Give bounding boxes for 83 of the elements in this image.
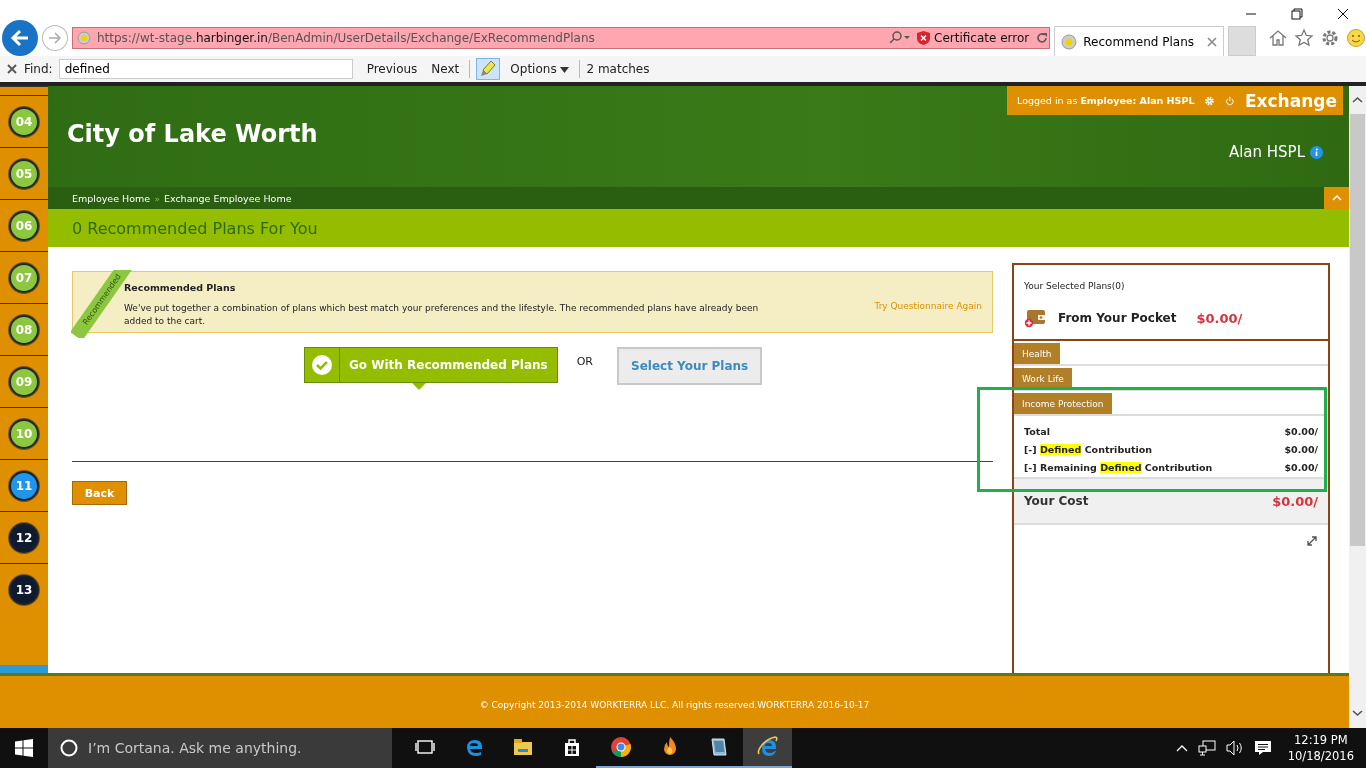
find-field[interactable]: defined (58, 59, 353, 79)
home-icon[interactable] (1268, 28, 1288, 48)
step-number[interactable]: 05 (9, 158, 39, 189)
category-tab[interactable]: Health (1014, 343, 1060, 364)
next-button[interactable]: Next (427, 62, 464, 76)
step-number[interactable]: 13 (9, 574, 39, 605)
cost-label: Your Cost (1024, 494, 1089, 508)
site-icon (1061, 33, 1078, 50)
cost-amount: $0.00/ (1284, 426, 1318, 437)
close-icon[interactable] (1207, 36, 1218, 47)
clock-time: 12:19 PM (1294, 732, 1348, 748)
star-icon[interactable] (1294, 28, 1314, 48)
settings-icon[interactable] (1320, 28, 1340, 48)
certificate-error[interactable]: Certificate error (917, 31, 1030, 45)
close-icon[interactable] (6, 63, 18, 75)
scrollbar[interactable] (1349, 86, 1366, 728)
info-icon[interactable] (1310, 145, 1323, 159)
site-icon (76, 31, 91, 45)
back-button[interactable]: Back (72, 481, 127, 505)
recommended-plans-button[interactable]: Go With Recommended Plans (304, 347, 558, 383)
arrow-right-icon (46, 30, 63, 46)
chrome-icon (608, 735, 633, 759)
select-plans-button[interactable]: Select Your Plans (617, 347, 763, 385)
step-number[interactable]: 09 (9, 366, 39, 397)
page-title: 0 Recommended Plans For You (72, 218, 318, 238)
chevron-up-icon (1331, 195, 1342, 201)
user-name: Alan HSPL (1228, 143, 1305, 161)
rail-marker (0, 665, 48, 673)
match-count: 2 matches (586, 62, 650, 76)
notification-icon[interactable] (1253, 740, 1272, 756)
breadcrumb-separator: » (154, 192, 160, 204)
site-title: City of Lake Worth (67, 120, 318, 148)
step-number[interactable]: 10 (9, 418, 39, 449)
step-number[interactable]: 11 (9, 470, 39, 501)
cost-row-label[interactable]: Total (1024, 426, 1050, 437)
check-icon (311, 354, 333, 376)
address-bar[interactable]: https://wt-stage.harbinger.in/BenAdmin/UserDetails/Exchange/ExRecommendPlans Certificate error (71, 27, 1051, 49)
cortana-search-field[interactable]: I’m Cortana. Ask me anything. (48, 728, 392, 768)
smiley-icon[interactable] (1346, 28, 1366, 48)
network-icon[interactable] (1197, 740, 1216, 756)
or-label: OR (576, 355, 593, 368)
pocket-label: From Your Pocket (1058, 311, 1177, 325)
cost-row-label[interactable]: [-] Remaining Defined Contribution (1024, 462, 1213, 473)
windows-start-icon[interactable] (15, 739, 33, 757)
login-text: Logged in as Employee: Alan HSPL (1017, 95, 1195, 106)
options-button[interactable]: Options (506, 62, 574, 76)
questionnaire-link[interactable]: Try Questionnaire Again (874, 301, 982, 311)
pocket-amount: $0.00/ (1196, 310, 1243, 326)
url-text: https://wt-stage.harbinger.in/BenAdmin/UserDetails/Exchange/ExRecommendPlans (96, 31, 595, 45)
find-label: Find: (24, 62, 53, 76)
copyright-text: © Copyright 2013-2014 WORKTERRA LLC. All rights reserved.WORKTERRA 2016-10-17 (479, 699, 870, 710)
cost-row-label[interactable]: [-] Defined Contribution (1024, 444, 1153, 455)
search-icon[interactable] (889, 31, 912, 45)
app-name: Exchange (1244, 90, 1337, 111)
pointer-notch (412, 383, 426, 390)
volume-icon[interactable] (1225, 740, 1244, 756)
wallet-icon (1024, 308, 1046, 328)
refresh-icon[interactable] (1035, 31, 1050, 45)
category-tab[interactable]: Work Life (1014, 368, 1072, 389)
back-button[interactable] (2, 20, 38, 56)
cortana-icon[interactable] (60, 739, 78, 757)
step-number[interactable]: 04 (9, 106, 39, 137)
chevron-up-icon[interactable] (1175, 744, 1188, 752)
breadcrumb-link[interactable]: Exchange Employee Home (163, 192, 292, 204)
caret-icon (560, 67, 570, 73)
step-number[interactable]: 07 (9, 262, 39, 293)
breadcrumb-link[interactable]: Employee Home (72, 192, 151, 204)
cost-amount: $0.00/ (1284, 462, 1318, 473)
previous-button[interactable]: Previous (362, 62, 422, 76)
cart-title: Your Selected Plans(0) (1024, 281, 1125, 291)
highlighter-button[interactable] (476, 58, 501, 80)
arrow-left-icon (8, 27, 31, 49)
cost-amount: $0.00/ (1284, 444, 1318, 455)
step-number[interactable]: 08 (9, 314, 39, 345)
cost-total: $0.00/ (1272, 493, 1318, 509)
shield-icon (917, 31, 931, 45)
clock-date: 10/18/2016 (1287, 748, 1354, 764)
ie-icon (755, 735, 780, 759)
step-number[interactable]: 06 (9, 210, 39, 241)
category-tab[interactable]: Income Protection (1014, 393, 1112, 414)
step-number[interactable]: 12 (9, 522, 39, 553)
expand-icon[interactable] (1306, 535, 1318, 547)
browser-tab[interactable]: Recommend Plans (1054, 26, 1225, 56)
